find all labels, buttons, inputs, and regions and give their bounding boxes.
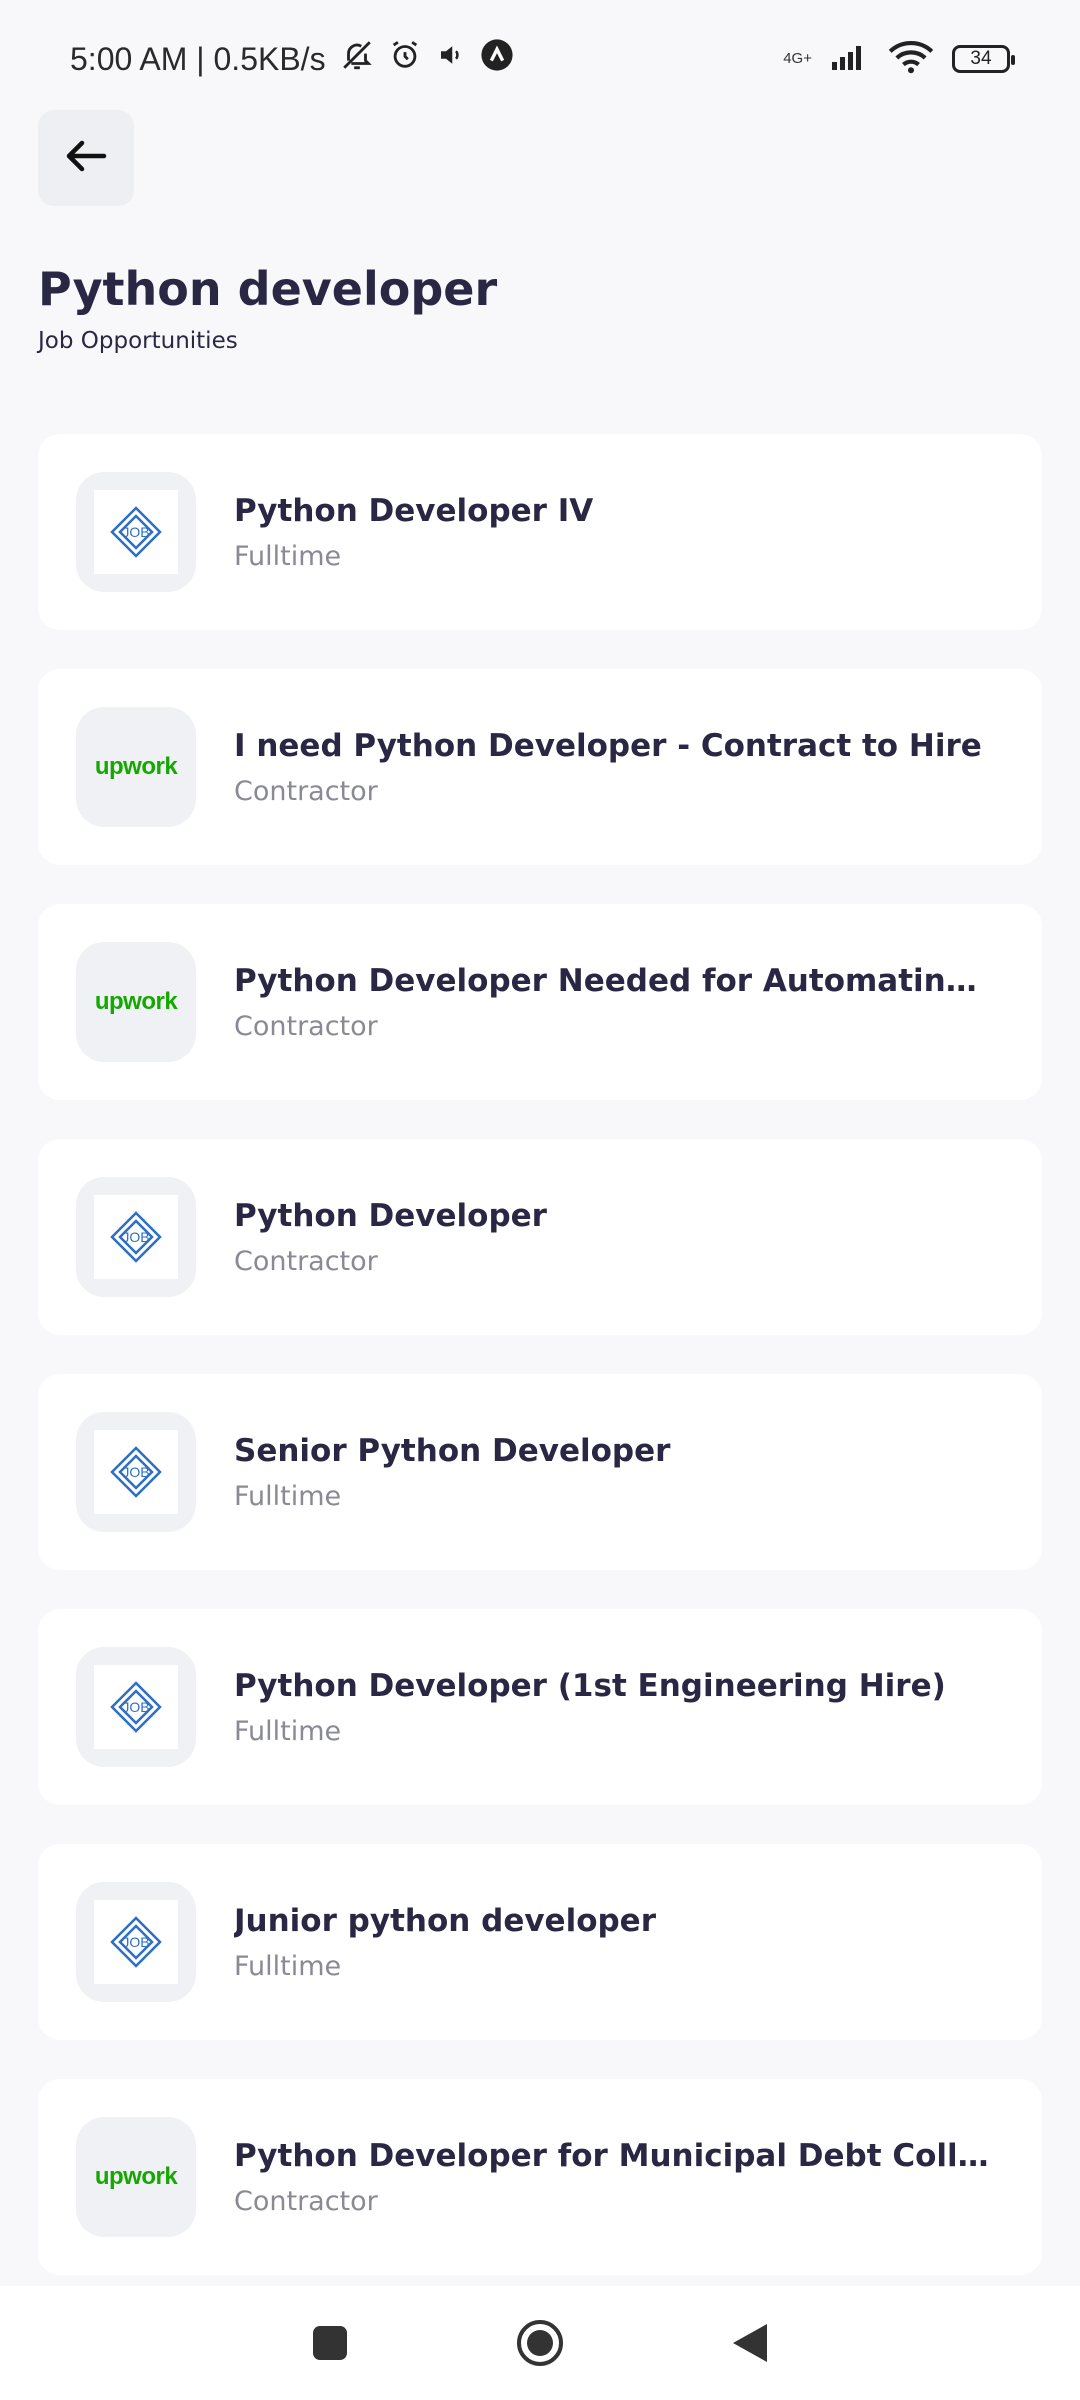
- status-right: 4G+ 34: [783, 40, 1015, 78]
- svg-text:JOB: JOB: [122, 1934, 149, 1950]
- job-card[interactable]: JOB Junior python developer Fulltime: [38, 1844, 1042, 2040]
- job-card[interactable]: JOB Python Developer Contractor: [38, 1139, 1042, 1335]
- status-left: 5:00 AM | 0.5KB/s: [70, 38, 514, 80]
- upwork-logo: upwork: [94, 753, 178, 780]
- job-type: Contractor: [234, 775, 378, 807]
- back-nav-button[interactable]: [720, 2313, 780, 2373]
- job-type: Fulltime: [234, 1950, 342, 1982]
- back-button[interactable]: [38, 110, 134, 206]
- company-logo: JOB: [76, 1412, 196, 1532]
- job-title: Junior python developer: [234, 1902, 656, 1939]
- svg-text:JOB: JOB: [122, 1464, 149, 1480]
- network-type: 4G+: [783, 50, 812, 67]
- upwork-logo: upwork: [94, 2163, 178, 2190]
- job-card[interactable]: JOB Python Developer IV Fulltime: [38, 434, 1042, 630]
- page-title: Python developer: [38, 262, 498, 316]
- square-icon: [313, 2326, 347, 2360]
- recents-button[interactable]: [300, 2313, 360, 2373]
- job-type: Contractor: [234, 1010, 378, 1042]
- job-logo-icon: JOB: [110, 1211, 162, 1263]
- company-logo: JOB: [76, 472, 196, 592]
- svg-text:JOB: JOB: [122, 524, 149, 540]
- battery-icon: 34: [952, 45, 1015, 73]
- job-type: Fulltime: [234, 1715, 342, 1747]
- job-title: Python Developer Needed for Automating J…: [234, 962, 994, 999]
- job-title: Senior Python Developer: [234, 1432, 671, 1469]
- company-logo: upwork: [76, 942, 196, 1062]
- wifi-icon: [888, 40, 934, 78]
- app-notification-icon: [480, 38, 514, 80]
- job-card[interactable]: JOB Senior Python Developer Fulltime: [38, 1374, 1042, 1570]
- job-title: Python Developer (1st Engineering Hire): [234, 1667, 946, 1704]
- job-logo-icon: JOB: [110, 1681, 162, 1733]
- job-title: Python Developer for Municipal Debt Coll…: [234, 2137, 994, 2174]
- home-button[interactable]: [510, 2313, 570, 2373]
- alarm-icon: [388, 38, 422, 80]
- triangle-back-icon: [733, 2324, 767, 2362]
- system-nav-bar: [0, 2286, 1080, 2400]
- company-logo: JOB: [76, 1177, 196, 1297]
- job-card[interactable]: JOB Python Developer (1st Engineering Hi…: [38, 1609, 1042, 1805]
- circle-icon: [517, 2320, 563, 2366]
- job-list: JOB Python Developer IV Fulltime upwork …: [38, 434, 1042, 2314]
- job-card[interactable]: upwork Python Developer Needed for Autom…: [38, 904, 1042, 1100]
- upwork-logo: upwork: [94, 988, 178, 1015]
- svg-text:JOB: JOB: [122, 1229, 149, 1245]
- company-logo: JOB: [76, 1647, 196, 1767]
- job-title: Python Developer: [234, 1197, 547, 1234]
- job-logo-icon: JOB: [110, 1446, 162, 1498]
- job-type: Contractor: [234, 1245, 378, 1277]
- job-title: Python Developer IV: [234, 492, 594, 529]
- job-type: Contractor: [234, 2185, 378, 2217]
- arrow-left-icon: [64, 138, 108, 178]
- job-card[interactable]: upwork I need Python Developer - Contrac…: [38, 669, 1042, 865]
- page-subtitle: Job Opportunities: [38, 328, 238, 354]
- bell-off-icon: [340, 38, 374, 80]
- job-type: Fulltime: [234, 540, 342, 572]
- volume-icon: [436, 40, 466, 78]
- job-logo-icon: JOB: [110, 1916, 162, 1968]
- job-card[interactable]: upwork Python Developer for Municipal De…: [38, 2079, 1042, 2275]
- signal-icon: [830, 42, 870, 76]
- status-bar: 5:00 AM | 0.5KB/s 4G+ 34: [0, 0, 1080, 118]
- job-type: Fulltime: [234, 1480, 342, 1512]
- job-logo-icon: JOB: [110, 506, 162, 558]
- job-title: I need Python Developer - Contract to Hi…: [234, 727, 982, 764]
- status-time: 5:00 AM | 0.5KB/s: [70, 40, 326, 77]
- company-logo: upwork: [76, 707, 196, 827]
- svg-text:JOB: JOB: [122, 1699, 149, 1715]
- company-logo: JOB: [76, 1882, 196, 2002]
- company-logo: upwork: [76, 2117, 196, 2237]
